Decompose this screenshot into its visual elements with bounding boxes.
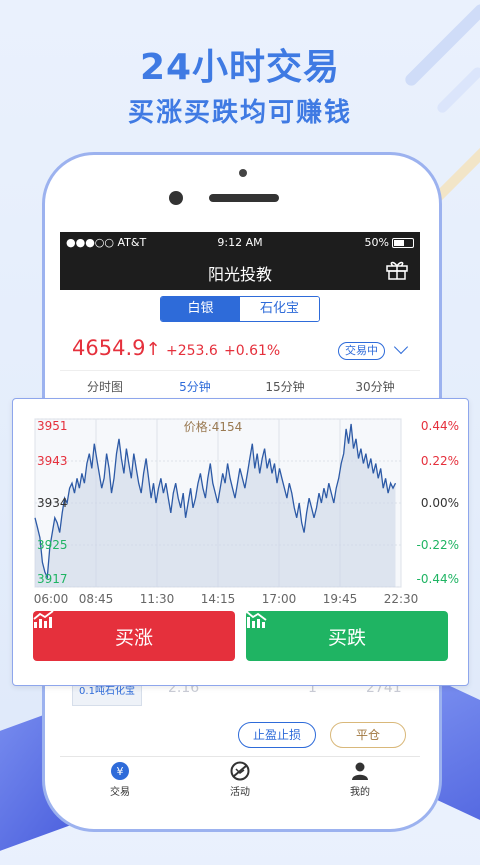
nav-bar: 阳光投教 — [60, 252, 420, 290]
price-change: +253.6 — [166, 343, 218, 359]
x-tick: 19:45 — [323, 592, 358, 606]
tabbar-label: 交易 — [110, 787, 130, 798]
tabbar-label: 活动 — [230, 787, 250, 798]
speaker — [209, 194, 279, 202]
svg-text:¥: ¥ — [117, 765, 124, 778]
promo-subline: 买涨买跌均可赚钱 — [127, 98, 352, 128]
battery-percent: 50% — [364, 236, 389, 249]
buy-down-label: 买跌 — [327, 626, 366, 649]
status-bar: ●●●○○ AT&T 9:12 AM 50% — [60, 232, 420, 252]
yen-icon: ¥ — [111, 762, 129, 780]
promo-headline: 24小时交易 — [139, 47, 341, 88]
x-tick: 06:00 — [34, 592, 69, 606]
price-percent: +0.61% — [224, 343, 281, 359]
y-tick-right: 0.00% — [421, 496, 459, 510]
camera — [169, 191, 183, 205]
y-tick-left: 3925 — [37, 538, 68, 552]
x-tick: 22:30 — [384, 592, 419, 606]
battery-icon — [392, 237, 414, 248]
y-tick-right: 0.44% — [421, 419, 459, 433]
tabbar-activity[interactable]: 活动 — [180, 757, 300, 800]
buy-up-button[interactable]: 买涨 — [33, 611, 235, 661]
y-tick-right: -0.44% — [417, 572, 459, 586]
y-tick-right: -0.22% — [417, 538, 459, 552]
page-title: 阳光投教 — [207, 265, 272, 284]
chart-up-icon — [33, 611, 54, 628]
segment-petro[interactable]: 石化宝 — [240, 297, 319, 321]
price-quote: 4654.9↑ — [72, 336, 161, 360]
y-tick-right: 0.22% — [421, 454, 459, 468]
buy-down-button[interactable]: 买跌 — [246, 611, 448, 661]
tab-5min[interactable]: 5分钟 — [150, 378, 240, 395]
divider — [60, 370, 420, 371]
chart-down-icon — [246, 611, 267, 628]
tab-15min[interactable]: 15分钟 — [240, 378, 330, 395]
x-tick: 08:45 — [79, 592, 114, 606]
y-tick-left: 3917 — [37, 572, 68, 586]
product-segment: 白银 石化宝 — [160, 296, 320, 322]
close-position-button[interactable]: 平仓 — [330, 722, 406, 748]
tab-30min[interactable]: 30分钟 — [330, 378, 420, 395]
tabbar-label: 我的 — [350, 787, 370, 798]
sensor-dot — [239, 169, 247, 177]
user-icon — [352, 762, 368, 780]
chart-price-label: 价格:4154 — [184, 419, 243, 434]
tab-bar: ¥ 交易 活动 我的 — [60, 756, 420, 800]
tabbar-mine[interactable]: 我的 — [300, 757, 420, 800]
price-chart: 价格:4154 3951 3943 3934 3925 3917 0.44% 0.22% 0.… — [34, 418, 459, 606]
activity-icon — [230, 761, 250, 781]
gift-icon[interactable] — [386, 260, 408, 280]
tabbar-trade[interactable]: ¥ 交易 — [60, 757, 180, 800]
period-tabs: 分时图 5分钟 15分钟 30分钟 — [60, 378, 420, 395]
x-tick: 17:00 — [262, 592, 297, 606]
status-badge: 交易中 — [338, 342, 385, 360]
y-tick-left: 3951 — [37, 419, 68, 433]
y-tick-left: 3934 — [37, 496, 68, 510]
battery: 50% — [365, 236, 414, 249]
x-tick: 11:30 — [140, 592, 175, 606]
price-value: 4654.9 — [72, 336, 146, 360]
segment-silver[interactable]: 白银 — [161, 297, 240, 321]
chevron-down-icon[interactable] — [393, 339, 409, 355]
chart-card: 价格:4154 3951 3943 3934 3925 3917 0.44% 0.22% 0.… — [12, 398, 469, 686]
tab-timeshare[interactable]: 分时图 — [60, 378, 150, 395]
buy-up-label: 买涨 — [114, 626, 153, 649]
y-tick-left: 3943 — [37, 454, 68, 468]
up-arrow-icon: ↑ — [145, 339, 161, 360]
x-tick: 14:15 — [201, 592, 236, 606]
stop-profit-loss-button[interactable]: 止盈止损 — [238, 722, 316, 748]
